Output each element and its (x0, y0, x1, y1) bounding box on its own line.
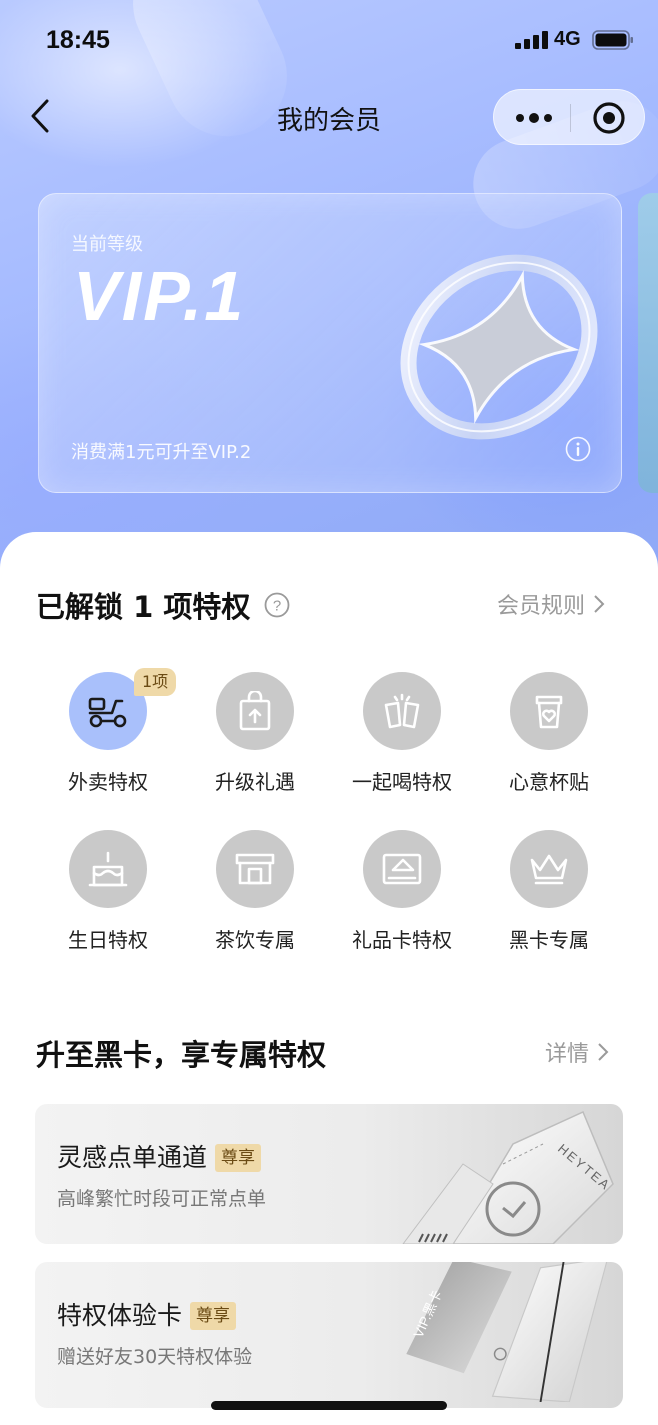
status-time: 18:45 (46, 26, 110, 54)
promo-desc: 高峰繁忙时段可正常点单 (57, 1188, 267, 1210)
next-level-card-peek[interactable] (638, 193, 658, 493)
status-bar: 18:45 4G (0, 0, 658, 80)
cheers-icon (384, 693, 420, 729)
unlocked-perks-title: 已解锁 1 项特权 (36, 590, 251, 624)
perk-label: 茶饮专属 (215, 928, 295, 952)
capsule-divider (570, 104, 571, 132)
perk-cup-sticker[interactable]: 心意杯贴 (479, 672, 619, 802)
perk-icon-circle (510, 830, 588, 908)
perk-icon-circle (363, 672, 441, 750)
perk-delivery[interactable]: 1项 外卖特权 (38, 668, 178, 802)
perk-icon-circle (69, 830, 147, 908)
perk-count-badge: 1项 (134, 668, 177, 696)
perk-gift-card[interactable]: 礼品卡特权 (332, 830, 472, 960)
details-link[interactable]: 详情 (545, 1036, 609, 1068)
perk-tea-exclusive[interactable]: 茶饮专属 (185, 830, 325, 960)
perk-label: 生日特权 (68, 928, 148, 952)
perk-label: 外卖特权 (68, 770, 148, 794)
network-type: 4G (554, 28, 581, 50)
perk-birthday[interactable]: 生日特权 (38, 830, 178, 960)
more-dots-icon (516, 113, 552, 123)
perk-icon-circle (216, 672, 294, 750)
blackcard-section-title: 升至黑卡，享专属特权 (36, 1038, 327, 1072)
promo-title: 灵感点单通道 尊享 (57, 1138, 262, 1174)
perk-icon-circle (216, 830, 294, 908)
scooter-icon (88, 697, 127, 728)
details-label: 详情 (545, 1042, 590, 1067)
perk-icon-circle (363, 830, 441, 908)
mini-program-capsule (493, 89, 645, 145)
perk-upgrade-gift[interactable]: 升级礼遇 (185, 672, 325, 802)
cake-icon (88, 851, 128, 887)
battery-icon (592, 30, 633, 50)
crown-icon (530, 854, 568, 885)
perk-black-card[interactable]: 黑卡专属 (479, 830, 619, 960)
promo-card-priority-order[interactable]: 灵感点单通道 尊享 高峰繁忙时段可正常点单 HEYTEA (35, 1104, 623, 1244)
promo-tag: 尊享 (190, 1302, 237, 1330)
perk-drink-together[interactable]: 一起喝特权 (332, 672, 472, 802)
svg-text:?: ? (273, 598, 281, 615)
cup-heart-icon (535, 695, 563, 729)
level-value: VIP.1 (73, 257, 246, 335)
perk-label: 黑卡专属 (509, 928, 589, 952)
perk-label: 一起喝特权 (352, 770, 452, 794)
signal-icon (515, 31, 548, 49)
question-icon[interactable]: ? (264, 592, 290, 618)
gift-card-icon (382, 853, 422, 885)
member-rules-link[interactable]: 会员规则 (497, 588, 605, 620)
promo-tag: 尊享 (215, 1144, 262, 1172)
level-label: 当前等级 (71, 234, 143, 255)
info-icon[interactable] (565, 436, 591, 462)
promo-title: 特权体验卡 尊享 (57, 1296, 237, 1332)
promo-card-trial-card[interactable]: 特权体验卡 尊享 赠送好友30天特权体验 VIP.黑卡 (35, 1262, 623, 1408)
chevron-right-icon (598, 1043, 609, 1061)
perk-icon-circle (510, 672, 588, 750)
vip-emblem-icon (400, 254, 598, 440)
chevron-right-icon (594, 595, 605, 613)
perk-label: 礼品卡特权 (352, 928, 452, 952)
promo-title-text: 特权体验卡 (57, 1301, 183, 1330)
member-rules-label: 会员规则 (497, 594, 586, 619)
vip-level-card[interactable]: 当前等级 VIP.1 消费满1元可升至VIP.2 (38, 193, 622, 493)
navigation-bar: 我的会员 (0, 80, 658, 150)
promo-desc: 赠送好友30天特权体验 (57, 1346, 253, 1368)
target-close-icon (593, 102, 625, 134)
perk-label: 心意杯贴 (509, 770, 589, 794)
content-sheet: 已解锁 1 项特权 ? 会员规则 1项 外卖特权 升级礼遇 一起喝特权 心意杯贴… (0, 532, 658, 1425)
home-indicator[interactable] (211, 1401, 447, 1410)
store-icon (235, 853, 275, 885)
gift-bag-icon (239, 691, 271, 731)
close-mini-program-button[interactable] (584, 98, 634, 138)
perk-label: 升级礼遇 (215, 770, 295, 794)
trial-card-illustration: VIP.黑卡 (406, 1262, 608, 1402)
ticket-illustration: HEYTEA (402, 1110, 614, 1244)
upgrade-hint: 消费满1元可升至VIP.2 (71, 442, 252, 463)
more-button[interactable] (506, 98, 562, 138)
promo-title-text: 灵感点单通道 (57, 1143, 208, 1172)
